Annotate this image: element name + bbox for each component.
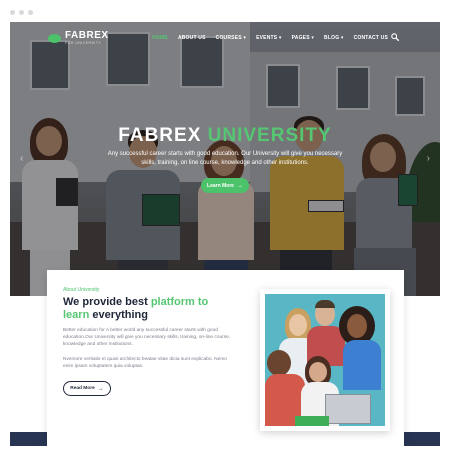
slider-prev-icon[interactable]: ‹ bbox=[20, 153, 23, 164]
window-dot-icon bbox=[28, 10, 33, 15]
learn-more-button[interactable]: Learn More → bbox=[201, 178, 249, 193]
learn-more-label: Learn More bbox=[207, 182, 234, 189]
slider-next-icon[interactable]: › bbox=[427, 153, 430, 164]
leaf-logo-icon bbox=[48, 34, 61, 43]
hero-title: FABREX UNIVERSITY bbox=[10, 125, 440, 147]
nav-item-contact[interactable]: CONTACT US bbox=[354, 35, 388, 41]
logo-subtitle: FOR UNIVERSITY bbox=[65, 41, 102, 45]
browser-bar bbox=[0, 0, 450, 22]
read-more-label: Read More bbox=[70, 386, 95, 391]
books-image bbox=[295, 416, 329, 426]
hero-title-part1: FABREX bbox=[118, 125, 202, 146]
about-heading-part2: everything bbox=[89, 309, 148, 321]
laptop-image bbox=[325, 394, 371, 424]
about-paragraph: Nvemore veritatis et quasi architecto be… bbox=[63, 357, 227, 370]
window-dot-icon bbox=[19, 10, 24, 15]
about-heading-part1: We provide best bbox=[63, 296, 151, 308]
students-photo bbox=[265, 294, 385, 426]
search-icon[interactable] bbox=[391, 33, 399, 41]
nav-item-home[interactable]: HOME bbox=[152, 35, 168, 41]
nav-item-events[interactable]: EVENTS ▾ bbox=[256, 35, 282, 41]
nav-item-about[interactable]: ABOUT US bbox=[178, 35, 206, 41]
about-heading: We provide best platform to learn everyt… bbox=[63, 296, 233, 322]
read-more-button[interactable]: Read More → bbox=[63, 381, 111, 396]
students-photo-frame bbox=[260, 289, 390, 431]
nav-item-pages[interactable]: PAGES ▾ bbox=[292, 35, 314, 41]
site-logo[interactable]: FABREX FOR UNIVERSITY bbox=[48, 31, 109, 46]
about-paragraph: Better education for A better world any … bbox=[63, 328, 231, 348]
about-section: About University We provide best platfor… bbox=[47, 270, 404, 446]
about-label: About University bbox=[63, 287, 100, 293]
arrow-right-icon: → bbox=[97, 385, 104, 392]
window-dot-icon bbox=[10, 10, 15, 15]
arrow-right-icon: → bbox=[236, 182, 243, 189]
nav-item-courses[interactable]: COURSES ▾ bbox=[216, 35, 246, 41]
hero-description: Any successful career starts with good e… bbox=[107, 151, 343, 166]
hero-section: FABREX FOR UNIVERSITY HOME ABOUT US COUR… bbox=[10, 22, 440, 296]
website-frame: FABREX FOR UNIVERSITY HOME ABOUT US COUR… bbox=[10, 22, 440, 446]
hero-title-part2: UNIVERSITY bbox=[207, 125, 332, 146]
logo-title: FABREX bbox=[65, 30, 109, 41]
nav-item-blog[interactable]: BLOG ▾ bbox=[324, 35, 344, 41]
main-navigation: HOME ABOUT US COURSES ▾ EVENTS ▾ PAGES ▾… bbox=[142, 35, 388, 41]
